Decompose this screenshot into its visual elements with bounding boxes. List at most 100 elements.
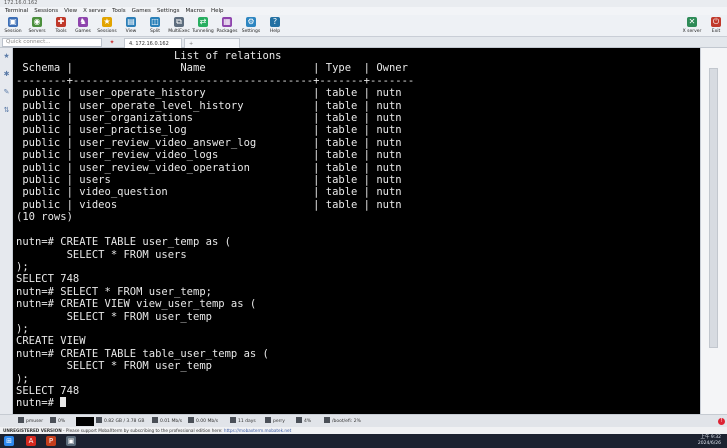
terminal-prompt-line: nutn=# <box>16 397 414 409</box>
star-icon[interactable]: ✦ <box>104 38 120 47</box>
terminal-line: SELECT * FROM users <box>16 248 187 261</box>
info-bar: UNREGISTERED VERSION - Please support Mo… <box>0 427 727 434</box>
status-text: 0.01 Mb/s <box>160 419 183 424</box>
acrobat-icon[interactable]: A <box>26 436 36 446</box>
terminal-line: ); <box>16 260 29 273</box>
menu-item-macros[interactable]: Macros <box>182 7 208 15</box>
session-icon: ▣ <box>8 17 18 27</box>
status-icon <box>188 417 194 423</box>
terminal-line: SELECT * FROM user_temp <box>16 360 212 373</box>
status-icon <box>230 417 236 423</box>
sftp-icon[interactable]: ⇅ <box>2 106 11 115</box>
terminal-line: nutn=# CREATE TABLE user_temp as ( <box>16 236 231 249</box>
terminal-line: CREATE VIEW <box>16 335 86 348</box>
terminal-line: public | users | table | nutn <box>16 174 402 187</box>
terminal-line: ); <box>16 322 29 335</box>
status-text: 0% <box>58 419 66 424</box>
terminal-scrollbar[interactable] <box>700 48 727 414</box>
terminal-line: public | user_review_video_answer_log | … <box>16 136 402 149</box>
terminal-line: SELECT 748 <box>16 273 80 286</box>
toolbar-packages-button[interactable]: ▦ Packages <box>216 15 238 37</box>
toolbar-sessions-button[interactable]: ★ Sessions <box>96 15 118 37</box>
terminal-line: nutn=# CREATE TABLE table_user_temp as ( <box>16 347 269 360</box>
tunneling-icon: ⇄ <box>198 17 208 27</box>
toolbar-tools-button[interactable]: ✚ Tools <box>50 15 72 37</box>
status-text: 4% <box>304 419 312 424</box>
system-clock[interactable]: 上午 9:32 2024/6/26 <box>681 435 721 447</box>
terminal-line: public | user_operate_level_history | ta… <box>16 99 402 112</box>
mobaxterm-icon[interactable]: ▣ <box>66 436 76 446</box>
session-tab-active[interactable]: 4. 172.16.0.162 <box>124 38 182 48</box>
toolbar-view-button[interactable]: ▤ View <box>120 15 142 37</box>
terminal-line: ); <box>16 372 29 385</box>
warning-icon[interactable]: ! <box>718 418 725 425</box>
terminal-line: Schema | Name | Type | Owner <box>16 62 408 75</box>
status-icon <box>152 417 158 423</box>
status-text: 0.00 Mb/s <box>196 419 219 424</box>
menu-item-terminal[interactable]: Terminal <box>2 7 31 15</box>
terminal-line: public | user_review_video_operation | t… <box>16 161 402 174</box>
toolbar-label: Tools <box>55 29 67 34</box>
macro-icon[interactable]: ✎ <box>2 88 11 97</box>
main-toolbar: ▣ Session ◉ Servers ✚ Tools ♞ Games ★ Sessions ▤ Vi… <box>0 15 727 37</box>
subscribe-link[interactable]: https://mobaxterm.mobatek.net <box>224 428 291 433</box>
status-item: 4% <box>296 416 311 427</box>
scrollbar-thumb[interactable] <box>709 68 718 348</box>
unregistered-label: UNREGISTERED VERSION <box>3 428 62 433</box>
terminal-line: public | user_organizations | table | nu… <box>16 112 402 125</box>
star-icon[interactable]: ★ <box>2 52 11 61</box>
status-item: 0.00 Mb/s <box>188 416 218 427</box>
new-tab-button[interactable]: + <box>184 38 240 48</box>
x-server-icon: ✕ <box>687 17 697 27</box>
menu-item-sessions[interactable]: Sessions <box>31 7 61 15</box>
menu-item-games[interactable]: Games <box>129 7 154 15</box>
toolbar-servers-button[interactable]: ◉ Servers <box>26 15 48 37</box>
toolbar-label: Packages <box>216 29 238 34</box>
powerpoint-icon[interactable]: P <box>46 436 56 446</box>
toolbar-split-button[interactable]: ◫ Split <box>144 15 166 37</box>
toolbar-label: Help <box>269 29 281 34</box>
toolbar-multiexec-button[interactable]: ⧉ MultiExec <box>168 15 190 37</box>
terminal-line: public | video_question | table | nutn <box>16 186 402 199</box>
toolbar-session-button[interactable]: ▣ Session <box>2 15 24 37</box>
toolbar-label: Exit <box>711 29 721 34</box>
status-icon <box>18 417 24 423</box>
menu-item-x-server[interactable]: X server <box>80 7 109 15</box>
view-icon: ▤ <box>126 17 136 27</box>
terminal-line: SELECT * FROM user_temp <box>16 310 212 323</box>
status-text: pmuser <box>26 419 44 424</box>
windows-start-icon[interactable]: ⊞ <box>4 436 14 446</box>
toolbar-tunneling-button[interactable]: ⇄ Tunneling <box>192 15 214 37</box>
quick-connect-input[interactable]: Quick connect... <box>2 38 102 47</box>
servers-icon: ◉ <box>32 17 42 27</box>
window-title: 172.16.0.162 <box>4 0 38 6</box>
terminal-line: SELECT 748 <box>16 384 80 397</box>
sessions-icon: ★ <box>102 17 112 27</box>
title-bar: 172.16.0.162 <box>0 0 727 7</box>
terminal-line: (10 rows) <box>16 211 73 224</box>
status-text: /boot/efi: 2% <box>332 419 361 424</box>
menu-item-view[interactable]: View <box>61 7 80 15</box>
menu-item-settings[interactable]: Settings <box>154 7 183 15</box>
toolbar-games-button[interactable]: ♞ Games <box>72 15 94 37</box>
status-item: 0.82 GB / 3.78 GB <box>96 416 144 427</box>
terminal-line: public | videos | table | nutn <box>16 198 402 211</box>
terminal-cursor <box>60 397 67 408</box>
help-icon: ? <box>270 17 280 27</box>
terminal-line: --------+-------------------------------… <box>16 74 415 87</box>
terminal-line: public | user_practise_log | table | nut… <box>16 124 402 137</box>
toolbar-label: Games <box>75 29 91 34</box>
tools-icon[interactable]: ✱ <box>2 70 11 79</box>
toolbar-settings-button[interactable]: ⚙ Settings <box>240 15 262 37</box>
packages-icon: ▦ <box>222 17 232 27</box>
toolbar-exit-button[interactable]: ⏻ Exit <box>705 15 727 37</box>
menu-bar: Terminal Sessions View X server Tools Games Se… <box>0 7 727 15</box>
menu-item-tools[interactable]: Tools <box>109 7 129 15</box>
menu-item-help[interactable]: Help <box>208 7 227 15</box>
toolbar-help-button[interactable]: ? Help <box>264 15 286 37</box>
session-tab-label: 4. 172.16.0.162 <box>129 41 169 47</box>
status-text: 0.82 GB / 3.78 GB <box>104 419 145 424</box>
toolbar-x-server-button[interactable]: ✕ X server <box>681 15 703 37</box>
terminal-area[interactable]: List of relations Schema | Name | Type |… <box>13 48 700 414</box>
